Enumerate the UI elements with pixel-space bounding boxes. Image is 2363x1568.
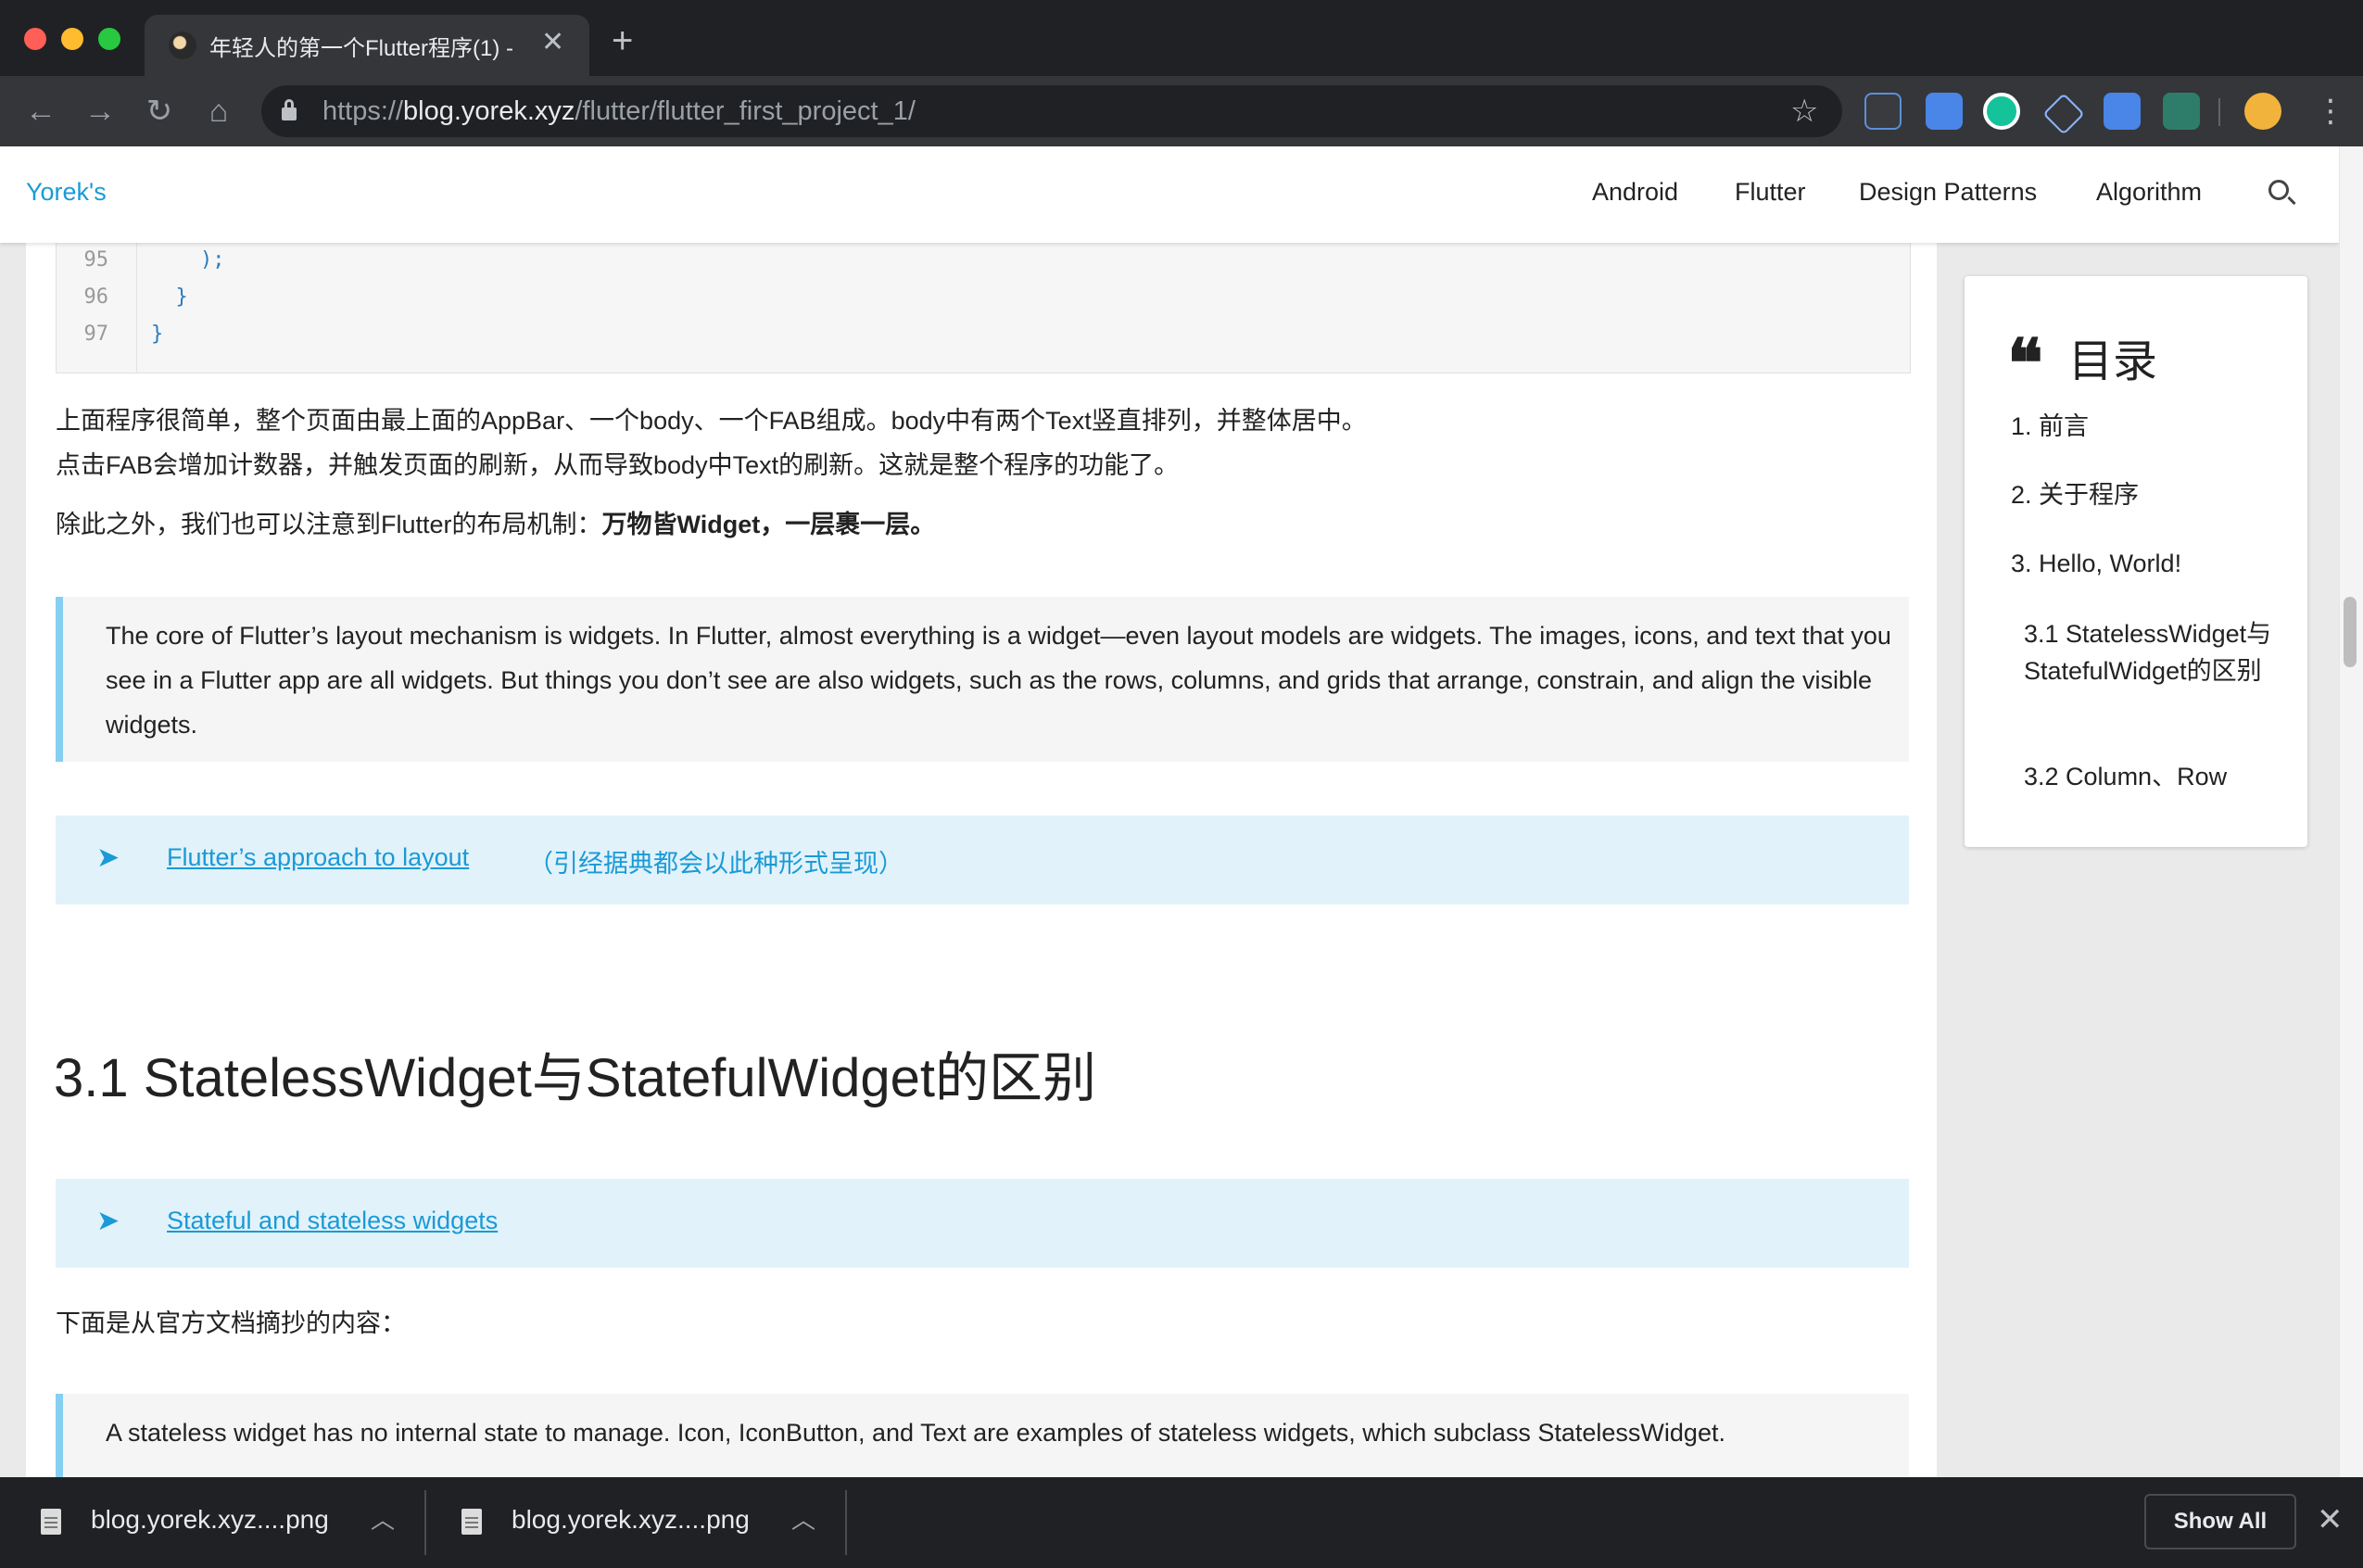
browser-tab-strip: 年轻人的第一个Flutter程序(1) - ✕ + [0, 0, 2363, 76]
nav-link-flutter[interactable]: Flutter [1735, 178, 1806, 207]
toolbar-divider [2218, 98, 2220, 126]
toc-item[interactable]: 3.1 StatelessWidget与StatefulWidget的区别 [2024, 615, 2274, 689]
browser-toolbar: ← → ↻ ⌂ https://blog.yorek.xyz/flutter/f… [0, 76, 2363, 146]
browser-tab[interactable]: 年轻人的第一个Flutter程序(1) - ✕ [145, 15, 589, 76]
url-path: /flutter/flutter_first_project_1/ [575, 96, 916, 126]
table-of-contents: ❝ 目录 1. 前言 2. 关于程序 3. Hello, World! 3.1 … [1965, 276, 2307, 847]
toc-item[interactable]: 1. 前言 [2011, 408, 2289, 445]
extension-grammarly-icon[interactable] [1983, 93, 2020, 130]
blockquote-text: The core of Flutter’s layout mechanism i… [106, 622, 1891, 739]
paragraph-emphasis: 万物皆Widget，一层裹一层。 [601, 511, 936, 538]
bookmark-star-icon[interactable]: ☆ [1790, 93, 1818, 130]
search-icon[interactable] [2268, 180, 2289, 200]
download-item[interactable]: blog.yorek.xyz....png ︿ [426, 1477, 845, 1568]
section-heading: 3.1 StatelessWidget与StatefulWidget的区别 [54, 1048, 1097, 1108]
forward-button[interactable]: → [82, 93, 119, 130]
site-brand-link[interactable]: Yorek's [26, 178, 107, 207]
close-window-button[interactable] [24, 28, 46, 50]
code-block: 95 96 97 ); } } [56, 243, 1911, 373]
blockquote: The core of Flutter’s layout mechanism i… [56, 597, 1909, 762]
browser-menu-icon[interactable]: ⋮ [2315, 93, 2346, 130]
quote-icon: ❝ [2007, 323, 2043, 402]
code-line: } [151, 285, 188, 309]
code-line-gutter: 95 96 97 [57, 243, 137, 373]
code-line-number: 95 [83, 248, 109, 272]
url-text[interactable]: https://blog.yorek.xyz/flutter/flutter_f… [322, 96, 916, 127]
page-scrollbar[interactable] [2339, 146, 2363, 1477]
paragraph-line: 下面是从官方文档摘抄的内容： [56, 1309, 406, 1337]
toc-item[interactable]: 2. 关于程序 [2011, 476, 2289, 513]
maximize-window-button[interactable] [98, 28, 120, 50]
tab-title: 年轻人的第一个Flutter程序(1) - [209, 36, 514, 61]
chevron-up-icon[interactable]: ︿ [371, 1501, 395, 1536]
paragraph-line: 点击FAB会增加计数器，并触发页面的刷新，从而导致body中Text的刷新。这就… [56, 451, 1180, 479]
code-line-number: 97 [83, 322, 109, 346]
code-line: ); [151, 248, 225, 272]
url-host: blog.yorek.xyz [403, 96, 575, 126]
download-item[interactable]: blog.yorek.xyz....png ︿ [0, 1477, 423, 1568]
back-button[interactable]: ← [22, 93, 59, 130]
url-scheme: https:// [322, 96, 404, 126]
new-tab-button[interactable]: + [612, 22, 633, 59]
site-navbar: Yorek's Android Flutter Design Patterns … [0, 146, 2339, 243]
reload-button[interactable]: ↻ [141, 93, 178, 130]
nav-link-android[interactable]: Android [1592, 178, 1678, 207]
profile-avatar[interactable] [2244, 93, 2281, 130]
extension-translate-icon[interactable] [1926, 93, 1963, 130]
paragraph-text: 除此之外，我们也可以注意到Flutter的布局机制： [56, 511, 602, 538]
blockquote: A stateless widget has no internal state… [56, 1394, 1909, 1477]
chevron-up-icon[interactable]: ︿ [791, 1501, 815, 1536]
arrow-right-icon: ➤ [96, 842, 120, 873]
site-favicon-icon [169, 32, 196, 59]
page-viewport: Yorek's Android Flutter Design Patterns … [0, 146, 2339, 1477]
nav-link-design-patterns[interactable]: Design Patterns [1859, 178, 2037, 207]
blockquote-text: A stateless widget has no internal state… [106, 1419, 1725, 1447]
address-bar[interactable]: https://blog.yorek.xyz/flutter/flutter_f… [261, 85, 1842, 137]
extension-diamond-icon[interactable] [2042, 93, 2085, 135]
reference-box: ➤ Flutter’s approach to layout （引经据典都会以此… [56, 816, 1909, 904]
toc-item[interactable]: 3.2 Column、Row [2024, 758, 2274, 795]
download-filename: blog.yorek.xyz....png [91, 1505, 329, 1534]
toc-title: 目录 [2068, 337, 2158, 386]
paragraph-layout-mechanism: 除此之外，我们也可以注意到Flutter的布局机制：万物皆Widget，一层裹一… [56, 504, 935, 540]
close-icon[interactable]: ✕ [2317, 1501, 2344, 1538]
reference-link[interactable]: Flutter’s approach to layout [167, 843, 469, 872]
show-all-button[interactable]: Show All [2144, 1494, 2296, 1549]
reference-box: ➤ Stateful and stateless widgets [56, 1179, 1909, 1268]
lock-icon[interactable] [282, 99, 297, 120]
code-line: } [151, 322, 164, 346]
paragraph-line: 上面程序很简单，整个页面由最上面的AppBar、一个body、一个FAB组成。b… [56, 407, 1367, 435]
home-button[interactable]: ⌂ [200, 93, 237, 130]
code-line-number: 96 [83, 285, 109, 309]
download-filename: blog.yorek.xyz....png [512, 1505, 750, 1534]
reference-link[interactable]: Stateful and stateless widgets [167, 1207, 498, 1235]
download-shelf: blog.yorek.xyz....png ︿ blog.yorek.xyz..… [0, 1477, 2363, 1568]
toc-item[interactable]: 3. Hello, World! [2011, 545, 2289, 582]
extension-spy-icon[interactable] [1864, 93, 1902, 130]
article-content: 95 96 97 ); } } 上面程序很简单，整个页面由最上面的AppBar、… [26, 243, 1937, 1477]
extension-calendar-icon[interactable] [2104, 93, 2141, 130]
minimize-window-button[interactable] [61, 28, 83, 50]
arrow-right-icon: ➤ [96, 1206, 120, 1236]
tab-close-icon[interactable]: ✕ [541, 26, 564, 58]
download-separator [845, 1490, 847, 1555]
scrollbar-thumb[interactable] [2344, 597, 2357, 667]
reference-note: （引经据典都会以此种形式呈现） [528, 850, 904, 878]
nav-link-algorithm[interactable]: Algorithm [2096, 178, 2202, 207]
file-icon [461, 1509, 482, 1535]
extension-s-icon[interactable] [2163, 93, 2200, 130]
file-icon [41, 1509, 61, 1535]
